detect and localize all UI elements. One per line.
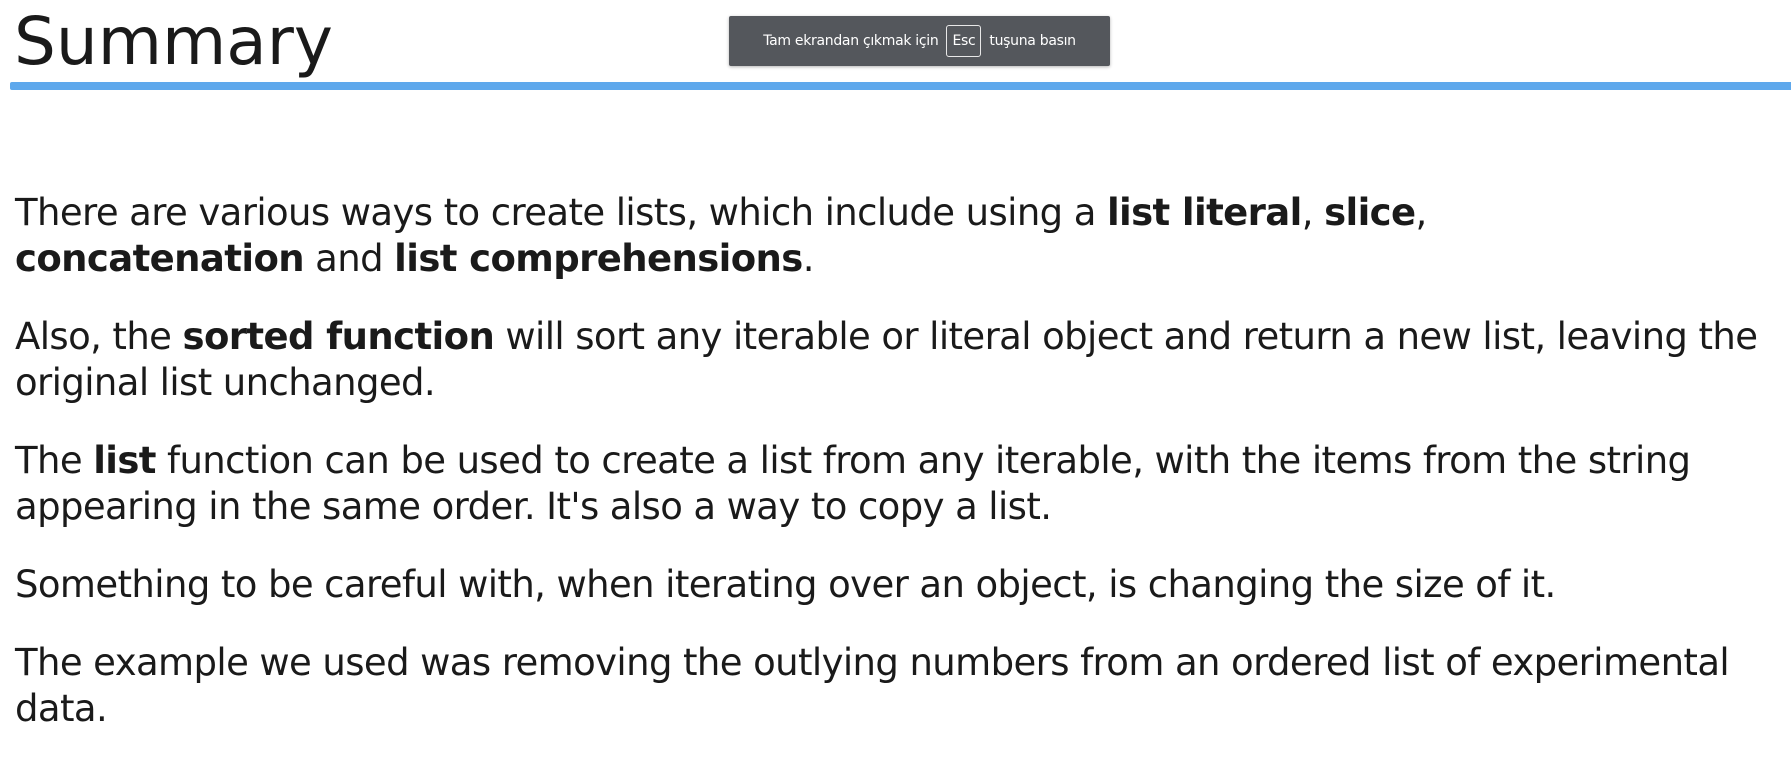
fullscreen-exit-notice: Tam ekrandan çıkmak için Esc tuşuna bası…: [729, 16, 1110, 66]
title-underline-rule: [10, 82, 1791, 90]
bold-term: sorted function: [182, 315, 495, 358]
slide-title: Summary: [14, 3, 333, 80]
esc-key-badge: Esc: [946, 25, 982, 57]
summary-paragraph: The example we used was removing the out…: [15, 640, 1775, 732]
text-segment: Also, the: [15, 315, 183, 358]
bold-term: list literal: [1106, 191, 1302, 234]
notice-suffix-text: tuşuna basın: [989, 33, 1076, 49]
text-segment: and: [304, 237, 395, 280]
text-segment: ,: [1301, 191, 1325, 234]
text-segment: There are various ways to create lists, …: [15, 191, 1107, 234]
text-segment: .: [802, 237, 815, 280]
bold-term: list: [93, 439, 156, 482]
summary-paragraph: Something to be careful with, when itera…: [15, 562, 1775, 608]
notice-prefix-text: Tam ekrandan çıkmak için: [763, 33, 939, 49]
bold-term: list comprehensions: [394, 237, 803, 280]
text-segment: The example we used was removing the out…: [15, 641, 1730, 730]
summary-paragraph: The list function can be used to create …: [15, 438, 1775, 530]
bold-term: slice: [1324, 191, 1416, 234]
text-segment: The: [15, 439, 94, 482]
text-segment: function can be used to create a list fr…: [15, 439, 1691, 528]
text-segment: ,: [1415, 191, 1428, 234]
summary-paragraph: There are various ways to create lists, …: [15, 190, 1775, 282]
text-segment: Something to be careful with, when itera…: [15, 563, 1556, 606]
summary-content: There are various ways to create lists, …: [15, 190, 1775, 764]
bold-term: concatenation: [15, 237, 305, 280]
summary-paragraph: Also, the sorted function will sort any …: [15, 314, 1775, 406]
